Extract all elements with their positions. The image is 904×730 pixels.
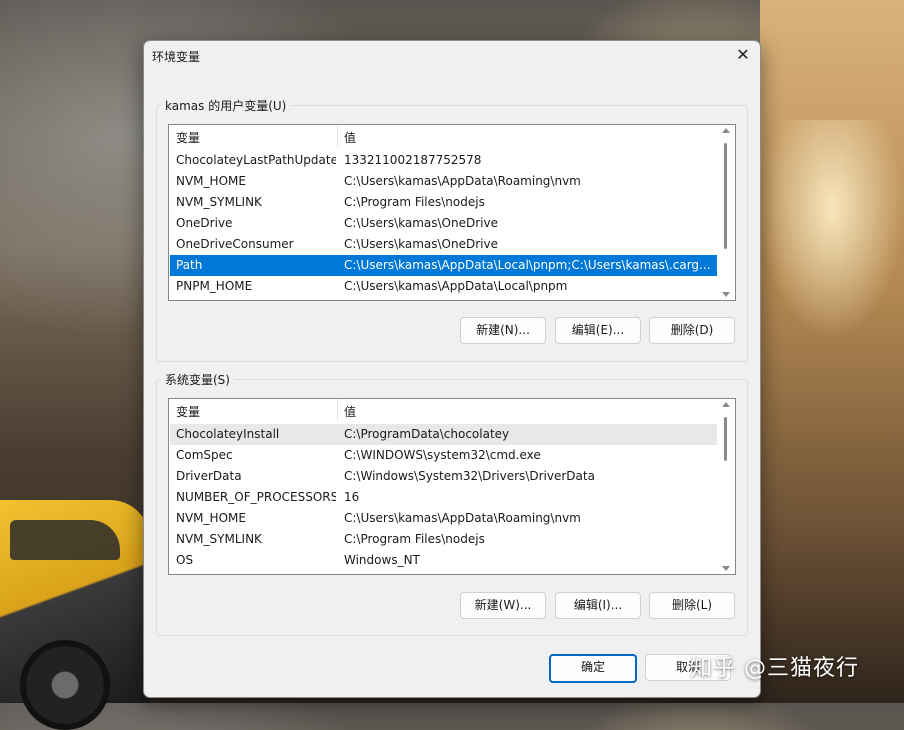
variable-name: OneDrive xyxy=(176,216,233,230)
variable-value: C:\Users\kamas\OneDrive xyxy=(344,237,498,251)
variable-name: NUMBER_OF_PROCESSORS xyxy=(176,490,336,504)
table-row-selected[interactable]: Path C:\Users\kamas\AppData\Local\pnpm;C… xyxy=(170,255,717,276)
user-edit-button[interactable]: 编辑(E)... xyxy=(555,317,641,344)
vertical-scrollbar[interactable] xyxy=(717,125,735,300)
environment-variables-dialog: 环境变量 ✕ kamas 的用户变量(U) 变量 值 ChocolateyLas… xyxy=(143,40,761,698)
scroll-up-icon[interactable] xyxy=(722,402,730,407)
user-new-button[interactable]: 新建(N)... xyxy=(460,317,546,344)
scroll-up-icon[interactable] xyxy=(722,128,730,133)
variable-value: C:\Users\kamas\AppData\Roaming\nvm xyxy=(344,511,581,525)
variable-name: NVM_SYMLINK xyxy=(176,195,262,209)
scroll-thumb[interactable] xyxy=(724,417,727,461)
wallpaper-light xyxy=(760,120,904,340)
table-row[interactable]: OneDrive C:\Users\kamas\OneDrive xyxy=(170,213,717,234)
variable-name: ChocolateyInstall xyxy=(176,427,280,441)
variable-name: NVM_SYMLINK xyxy=(176,532,262,546)
column-divider[interactable] xyxy=(337,125,338,147)
table-row[interactable]: ChocolateyLastPathUpdate 133211002187752… xyxy=(170,150,717,171)
system-variables-list[interactable]: 变量 值 ChocolateyInstall C:\ProgramData\ch… xyxy=(168,398,736,575)
column-header-value[interactable]: 值 xyxy=(344,403,356,420)
variable-name: NVM_HOME xyxy=(176,511,246,525)
variable-value: C:\Users\kamas\OneDrive xyxy=(344,216,498,230)
variable-name: PNPM_HOME xyxy=(176,279,253,293)
variable-value: C:\Users\kamas\AppData\Local\pnpm xyxy=(344,279,568,293)
column-divider[interactable] xyxy=(337,399,338,421)
variable-name: NVM_HOME xyxy=(176,174,246,188)
system-edit-button[interactable]: 编辑(I)... xyxy=(555,592,641,619)
table-row[interactable]: NVM_HOME C:\Users\kamas\AppData\Roaming\… xyxy=(170,508,717,529)
list-header: 变量 值 xyxy=(169,399,717,421)
variable-value: C:\Windows\System32\Drivers\DriverData xyxy=(344,469,595,483)
table-row[interactable]: DriverData C:\Windows\System32\Drivers\D… xyxy=(170,466,717,487)
system-variables-label: 系统变量(S) xyxy=(161,371,234,388)
variable-name: ChocolateyLastPathUpdate xyxy=(176,153,336,167)
close-icon[interactable]: ✕ xyxy=(730,43,756,67)
wallpaper-car-wheel xyxy=(20,640,110,730)
table-row[interactable]: ComSpec C:\WINDOWS\system32\cmd.exe xyxy=(170,445,717,466)
wallpaper-car-window xyxy=(10,520,120,560)
user-variables-list[interactable]: 变量 值 ChocolateyLastPathUpdate 1332110021… xyxy=(168,124,736,301)
variable-value: C:\Program Files\nodejs xyxy=(344,532,485,546)
variable-value: Windows_NT xyxy=(344,553,420,567)
system-delete-button[interactable]: 删除(L) xyxy=(649,592,735,619)
table-row[interactable]: NVM_HOME C:\Users\kamas\AppData\Roaming\… xyxy=(170,171,717,192)
variable-value: 133211002187752578 xyxy=(344,153,482,167)
vertical-scrollbar[interactable] xyxy=(717,399,735,574)
column-header-value[interactable]: 值 xyxy=(344,129,356,146)
table-row[interactable]: OS Windows_NT xyxy=(170,550,717,571)
scroll-thumb[interactable] xyxy=(724,143,727,249)
scroll-down-icon[interactable] xyxy=(722,566,730,571)
dialog-title: 环境变量 xyxy=(152,50,201,64)
column-header-variable[interactable]: 变量 xyxy=(176,403,200,420)
variable-value: C:\ProgramData\chocolatey xyxy=(344,427,510,441)
table-row[interactable]: NUMBER_OF_PROCESSORS 16 xyxy=(170,487,717,508)
title-bar: 环境变量 ✕ xyxy=(144,41,760,71)
list-header: 变量 值 xyxy=(169,125,717,147)
scroll-down-icon[interactable] xyxy=(722,292,730,297)
variable-value: C:\WINDOWS\system32\cmd.exe xyxy=(344,448,541,462)
watermark: 知乎 @三猫夜行 xyxy=(690,656,859,681)
variable-value: 16 xyxy=(344,490,360,504)
user-variables-label: kamas 的用户变量(U) xyxy=(161,97,291,114)
table-row[interactable]: NVM_SYMLINK C:\Program Files\nodejs xyxy=(170,529,717,550)
variable-name: OneDriveConsumer xyxy=(176,237,294,251)
variable-name: OS xyxy=(176,553,194,567)
variable-name: Path xyxy=(176,258,203,272)
system-new-button[interactable]: 新建(W)... xyxy=(460,592,546,619)
variable-name: ComSpec xyxy=(176,448,233,462)
wallpaper-wall xyxy=(760,0,904,703)
ok-button[interactable]: 确定 xyxy=(549,654,637,683)
variable-name: DriverData xyxy=(176,469,242,483)
table-row[interactable]: PNPM_HOME C:\Users\kamas\AppData\Local\p… xyxy=(170,276,717,297)
table-row[interactable]: NVM_SYMLINK C:\Program Files\nodejs xyxy=(170,192,717,213)
variable-value: C:\Users\kamas\AppData\Roaming\nvm xyxy=(344,174,581,188)
table-row-hovered[interactable]: ChocolateyInstall C:\ProgramData\chocola… xyxy=(170,424,717,445)
column-header-variable[interactable]: 变量 xyxy=(176,129,200,146)
variable-value: C:\Users\kamas\AppData\Local\pnpm;C:\Use… xyxy=(344,258,711,272)
user-delete-button[interactable]: 删除(D) xyxy=(649,317,735,344)
variable-value: C:\Program Files\nodejs xyxy=(344,195,485,209)
table-row[interactable]: OneDriveConsumer C:\Users\kamas\OneDrive xyxy=(170,234,717,255)
